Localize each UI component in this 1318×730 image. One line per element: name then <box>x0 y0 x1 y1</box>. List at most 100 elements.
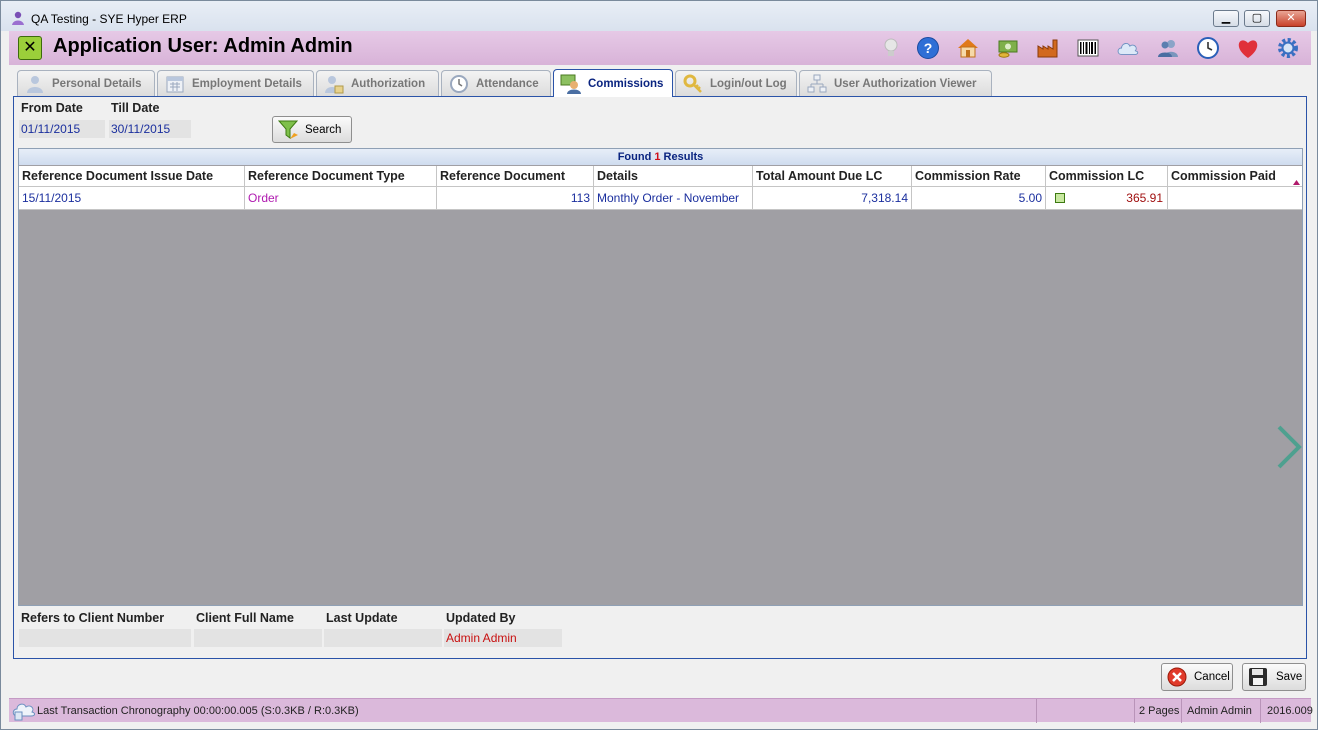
col-header-doc-type[interactable]: Reference Document Type <box>245 166 437 187</box>
person-icon <box>24 73 46 95</box>
cancel-button[interactable]: Cancel <box>1161 663 1233 691</box>
tab-personal-details[interactable]: Personal Details <box>17 70 155 96</box>
clock-icon <box>448 73 470 95</box>
tab-authorization[interactable]: Authorization <box>316 70 439 96</box>
till-date-field[interactable]: 30/11/2015 <box>109 120 191 138</box>
results-count: 1 <box>654 151 661 163</box>
help-icon[interactable]: ? <box>916 36 940 60</box>
col-header-commission-rate[interactable]: Commission Rate <box>912 166 1046 187</box>
hierarchy-icon <box>806 73 828 95</box>
results-grid: Found 1 Results Reference Document Issue… <box>18 148 1303 606</box>
search-button-label: Search <box>305 123 342 136</box>
commission-paid-header-label: Commission Paid <box>1171 169 1276 183</box>
cell-doc-type: Order <box>245 187 437 210</box>
minimize-button[interactable]: ▁ <box>1213 10 1239 27</box>
client-name-label: Client Full Name <box>196 611 294 625</box>
tab-label: Commissions <box>588 77 664 90</box>
col-header-commission-paid[interactable]: Commission Paid <box>1168 166 1302 187</box>
search-button[interactable]: Search <box>272 116 352 143</box>
app-window: QA Testing - SYE Hyper ERP ▁ ▢ ✕ ✕ Appli… <box>0 0 1318 730</box>
filter-icon <box>277 120 299 139</box>
sort-indicator-icon <box>1293 180 1300 185</box>
next-page-chevron-icon[interactable] <box>1275 425 1303 469</box>
cancel-icon <box>1167 667 1187 687</box>
tab-login-out-log[interactable]: Login/out Log <box>675 70 797 96</box>
updated-by-field: Admin Admin <box>444 629 562 647</box>
last-update-label: Last Update <box>326 611 398 625</box>
title-bar: QA Testing - SYE Hyper ERP ▁ ▢ ✕ <box>1 1 1317 31</box>
cell-commission-lc: 365.91 <box>1046 187 1168 210</box>
money-icon[interactable] <box>996 36 1020 60</box>
lightbulb-icon[interactable] <box>879 36 903 60</box>
key-icon <box>682 73 704 95</box>
table-row[interactable]: 15/11/2015 Order 113 Monthly Order - Nov… <box>19 187 1302 210</box>
gear-icon[interactable] <box>1276 36 1300 60</box>
cell-issue-date: 15/11/2015 <box>19 187 245 210</box>
cell-commission-rate: 5.00 <box>912 187 1046 210</box>
commissions-panel: From Date 01/11/2015 Till Date 30/11/201… <box>13 96 1307 659</box>
save-icon <box>1249 668 1267 686</box>
tab-employment-details[interactable]: Employment Details <box>157 70 314 96</box>
col-header-commission-lc[interactable]: Commission LC <box>1046 166 1168 187</box>
last-update-field <box>324 629 442 647</box>
calendar-icon <box>164 73 186 95</box>
from-date-label: From Date <box>21 101 83 115</box>
tab-label: User Authorization Viewer <box>834 77 977 90</box>
from-date-field[interactable]: 01/11/2015 <box>19 120 105 138</box>
close-window-button[interactable]: ✕ <box>1276 10 1306 27</box>
close-form-button[interactable]: ✕ <box>18 36 42 60</box>
tab-attendance[interactable]: Attendance <box>441 70 551 96</box>
clock-icon[interactable] <box>1196 36 1220 60</box>
network-cloud-icon <box>12 703 35 721</box>
save-button-label: Save <box>1276 671 1303 683</box>
col-header-details[interactable]: Details <box>594 166 753 187</box>
found-prefix: Found <box>617 151 652 163</box>
tab-commissions[interactable]: Commissions <box>553 69 673 97</box>
found-suffix: Results <box>663 151 704 163</box>
svg-text:?: ? <box>924 40 933 56</box>
heart-icon[interactable] <box>1236 36 1260 60</box>
results-count-bar: Found 1 Results <box>19 149 1302 165</box>
pages-count: 2 Pages <box>1139 705 1180 717</box>
tab-label: Attendance <box>476 77 539 90</box>
client-number-field <box>19 629 191 647</box>
home-icon[interactable] <box>956 36 980 60</box>
transaction-chronography: Last Transaction Chronography 00:00:00.0… <box>37 705 359 717</box>
tab-bar: Personal Details Employment Details Auth… <box>15 69 1305 97</box>
save-button[interactable]: Save <box>1242 663 1306 691</box>
page-title: Application User: Admin Admin <box>53 35 353 57</box>
col-header-doc-number[interactable]: Reference Document <box>437 166 594 187</box>
col-header-total-due[interactable]: Total Amount Due LC <box>753 166 912 187</box>
status-bar: Last Transaction Chronography 00:00:00.0… <box>9 698 1313 723</box>
app-logo-icon <box>12 11 24 25</box>
cell-commission-paid <box>1168 187 1302 210</box>
tab-label: Authorization <box>351 77 426 90</box>
tab-label: Personal Details <box>52 77 142 90</box>
barcode-icon[interactable] <box>1076 36 1100 60</box>
commission-status-checkbox[interactable] <box>1055 193 1065 203</box>
cell-details: Monthly Order - November <box>594 187 753 210</box>
users-icon[interactable] <box>1156 36 1180 60</box>
updated-by-label: Updated By <box>446 611 516 625</box>
maximize-button[interactable]: ▢ <box>1244 10 1270 27</box>
factory-icon[interactable] <box>1036 36 1060 60</box>
cell-doc-number: 113 <box>437 187 594 210</box>
app-version: 2016.009 <box>1267 705 1313 717</box>
tab-label: Employment Details <box>192 77 302 90</box>
lock-user-icon <box>323 73 345 95</box>
commission-lc-value: 365.91 <box>1126 191 1163 205</box>
tab-user-authorization-viewer[interactable]: User Authorization Viewer <box>799 70 992 96</box>
till-date-label: Till Date <box>111 101 160 115</box>
client-name-field <box>194 629 322 647</box>
cell-total-due: 7,318.14 <box>753 187 912 210</box>
cloud-icon[interactable] <box>1116 36 1140 60</box>
col-header-issue-date[interactable]: Reference Document Issue Date <box>19 166 245 187</box>
cancel-button-label: Cancel <box>1194 671 1230 683</box>
commission-icon <box>560 73 582 95</box>
tab-label: Login/out Log <box>710 77 787 90</box>
current-user: Admin Admin <box>1187 705 1252 717</box>
window-title: QA Testing - SYE Hyper ERP <box>31 12 187 26</box>
table-header: Reference Document Issue Date Reference … <box>19 166 1302 187</box>
form-header: ✕ Application User: Admin Admin ? <box>9 31 1311 65</box>
client-number-label: Refers to Client Number <box>21 611 165 625</box>
